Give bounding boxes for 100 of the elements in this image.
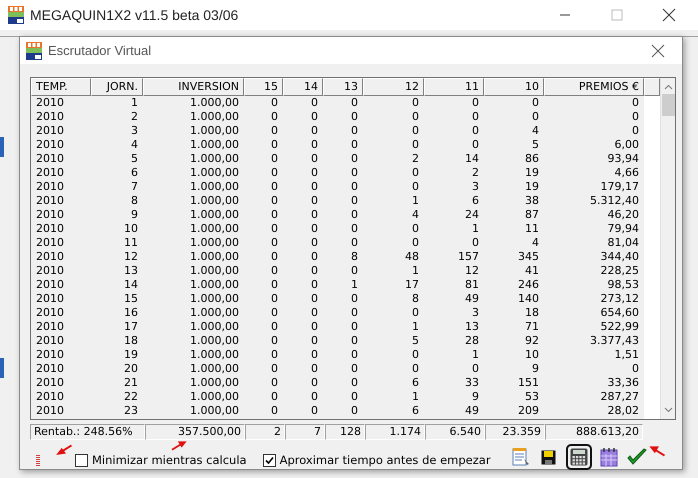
toolbar-button[interactable]: [598, 446, 620, 468]
table-cell-text: 1.000,00: [189, 110, 240, 124]
table-cell-text: 0: [350, 292, 359, 306]
column-header[interactable]: 12: [363, 78, 424, 96]
checkbox[interactable]: [262, 454, 276, 466]
table-cell-text: 17: [404, 278, 420, 292]
table-cell-text: 0: [411, 180, 420, 194]
table-cell-text: 140: [517, 292, 540, 306]
table-cell-text: 0: [350, 264, 359, 278]
column-header[interactable]: TEMP.: [31, 78, 91, 96]
total-cell: 23.359: [485, 424, 545, 440]
table-cell-text: 0: [350, 404, 359, 418]
table-cell-text: 6: [411, 376, 420, 390]
table-cell-text: 1.000,00: [189, 390, 240, 404]
scroll-up-icon[interactable]: [664, 84, 672, 90]
table-cell-text: 287,27: [600, 390, 640, 404]
table-cell-text: 179,17: [600, 180, 640, 194]
table-cell-text: 6,00: [614, 138, 640, 152]
column-header[interactable]: 11: [424, 78, 484, 96]
table-cell-text: 2010: [35, 362, 65, 376]
table-cell-text: 9: [531, 362, 540, 376]
table-cell-text: 0: [310, 138, 319, 152]
table-cell-text: 0: [270, 292, 279, 306]
table-cell-text: 0: [310, 306, 319, 320]
table-cell-text: 0: [310, 362, 319, 376]
table-cell-text: 9: [471, 390, 480, 404]
total-cell: 2: [245, 424, 285, 440]
table-cell-text: 0: [350, 194, 359, 208]
table-cell-text: 11: [524, 222, 540, 236]
scroll-down-icon[interactable]: [664, 407, 672, 413]
table-cell-text: 10: [123, 222, 139, 236]
total-cell: 6.540: [425, 424, 485, 440]
table-cell-text: 4,66: [614, 166, 640, 180]
table-cell-text: 0: [270, 180, 279, 194]
table-cell-text: 0: [310, 96, 319, 110]
table-cell-text: 0: [270, 390, 279, 404]
table-cell-text: 28: [464, 334, 480, 348]
total-cell: 128: [325, 424, 365, 440]
table-cell-text: 2010: [35, 390, 65, 404]
table-cell-text: 93,94: [606, 152, 640, 166]
table-cell-text: 522,99: [600, 320, 640, 334]
table-cell-text: 2010: [35, 250, 65, 264]
table-cell-text: 0: [350, 166, 359, 180]
table-cell-text: 0: [310, 404, 319, 418]
table-cell-text: 2010: [35, 110, 65, 124]
table-cell-text: 0: [350, 334, 359, 348]
calendar-icon: [600, 447, 618, 467]
table-cell-text: 1.000,00: [189, 222, 240, 236]
column-header[interactable]: 14: [283, 78, 323, 96]
table-cell-text: 0: [310, 278, 319, 292]
table-cell-text: 0: [350, 306, 359, 320]
table-cell-text: 71: [524, 320, 540, 334]
table-cell-text: 86: [524, 152, 540, 166]
table-cell-text: 0: [350, 138, 359, 152]
table-cell-text: 3: [471, 180, 480, 194]
table-cell-text: 14: [464, 152, 480, 166]
checkbox-label: Aproximar tiempo antes de empezar: [280, 453, 491, 467]
table-cell-text: 6: [411, 404, 420, 418]
table-cell-text: 79,94: [606, 222, 640, 236]
column-header[interactable]: 13: [323, 78, 363, 96]
table-cell-text: 5: [411, 334, 420, 348]
column-header[interactable]: 10: [484, 78, 544, 96]
table-cell-text: 0: [270, 264, 279, 278]
scrollbar[interactable]: [660, 78, 675, 419]
table-cell-text: 1: [411, 194, 420, 208]
column-header[interactable]: JORN.: [91, 78, 143, 96]
column-header[interactable]: PREMIOS €: [544, 78, 644, 96]
table-cell-text: 1: [471, 348, 480, 362]
table-cell-text: 6: [471, 194, 480, 208]
table-cell-text: 38: [524, 194, 540, 208]
table-cell-text: 0: [270, 278, 279, 292]
dialog-logo-icon: [26, 42, 42, 60]
table-cell-text: 0: [350, 96, 359, 110]
annotation-arrow: [648, 445, 668, 458]
table-cell-text: 4: [531, 124, 540, 138]
table-cell-text: 0: [631, 362, 640, 376]
table-cell-text: 0: [631, 124, 640, 138]
toolbar-button[interactable]: [566, 444, 592, 470]
table-cell-text: 2010: [35, 208, 65, 222]
table-cell-text: 2010: [35, 334, 65, 348]
table-cell-text: 2010: [35, 264, 65, 278]
checkbox[interactable]: [75, 454, 88, 466]
table-cell-text: 0: [270, 236, 279, 250]
table-cell-text: 20: [123, 362, 139, 376]
table-cell-text: 0: [310, 124, 319, 138]
column-header[interactable]: 15: [244, 78, 283, 96]
table-cell-text: 2010: [35, 236, 65, 250]
table-cell-text: 2: [411, 152, 420, 166]
table-cell-text: 0: [411, 348, 420, 362]
column-header[interactable]: INVERSION: [143, 78, 244, 96]
table-cell-text: 6: [130, 166, 139, 180]
table-cell-text: 0: [310, 292, 319, 306]
table-cell-text: 0: [411, 222, 420, 236]
table-cell-text: 19: [123, 348, 139, 362]
table-cell-text: 2010: [35, 180, 65, 194]
checkmark-icon: [626, 448, 647, 466]
table-cell-text: 0: [350, 110, 359, 124]
scroll-thumb[interactable]: [662, 94, 674, 116]
table-cell-text: 1.000,00: [189, 348, 240, 362]
table-cell-text: 0: [270, 306, 279, 320]
